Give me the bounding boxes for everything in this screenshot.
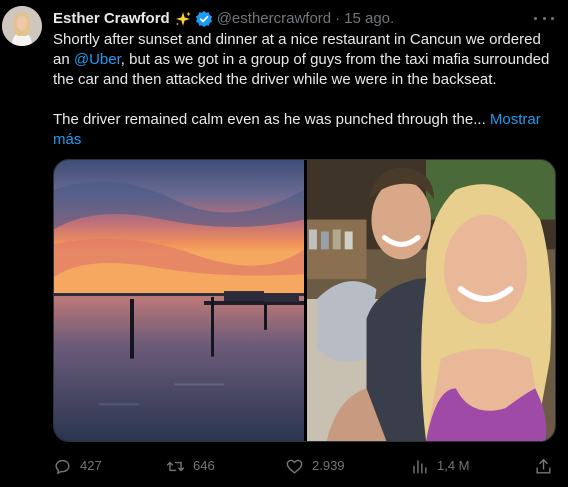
photo-sunset[interactable] bbox=[54, 160, 304, 441]
photo-couple-selfie[interactable] bbox=[307, 160, 555, 441]
tweet-paragraph-2: The driver remained calm even as he was … bbox=[53, 110, 553, 150]
tweet-text: Shortly after sunset and dinner at a nic… bbox=[53, 30, 553, 150]
separator-dot: · bbox=[335, 10, 341, 27]
verified-badge-icon[interactable] bbox=[195, 10, 213, 28]
repost-count: 646 bbox=[193, 458, 215, 473]
repost-icon bbox=[166, 461, 185, 471]
repost-button[interactable]: 646 bbox=[166, 456, 215, 476]
sparkles-icon bbox=[174, 10, 192, 28]
share-button[interactable] bbox=[534, 456, 553, 476]
more-options-icon[interactable] bbox=[534, 10, 554, 26]
tweet-date[interactable]: 15 ago. bbox=[344, 9, 394, 29]
reply-icon bbox=[55, 459, 70, 474]
reply-button[interactable]: 427 bbox=[53, 456, 102, 476]
tweet-paragraph-1: Shortly after sunset and dinner at a nic… bbox=[53, 30, 553, 90]
mention-link[interactable]: @Uber bbox=[74, 51, 121, 68]
heart-icon bbox=[286, 459, 303, 474]
handle[interactable]: @esthercrawford bbox=[217, 9, 331, 29]
reply-count: 427 bbox=[80, 458, 102, 473]
media-grid bbox=[53, 159, 556, 442]
views-count: 1,4 M bbox=[437, 458, 470, 473]
views-button[interactable]: 1,4 M bbox=[410, 456, 470, 476]
tweet-text-part: , but as we got in a group of guys from … bbox=[53, 51, 550, 88]
like-button[interactable]: 2.939 bbox=[285, 456, 345, 476]
views-chart-icon bbox=[413, 459, 427, 474]
avatar[interactable] bbox=[2, 6, 42, 46]
tweet: Esther Crawford @esthercrawford · 15 ago… bbox=[0, 0, 568, 487]
tweet-header: Esther Crawford @esthercrawford · 15 ago… bbox=[53, 8, 394, 30]
share-icon bbox=[536, 458, 551, 474]
action-bar: 427 646 2.939 1,4 M bbox=[53, 456, 556, 476]
like-count: 2.939 bbox=[312, 458, 345, 473]
display-name[interactable]: Esther Crawford bbox=[53, 9, 170, 29]
tweet-text-part: The driver remained calm even as he was … bbox=[53, 111, 490, 128]
